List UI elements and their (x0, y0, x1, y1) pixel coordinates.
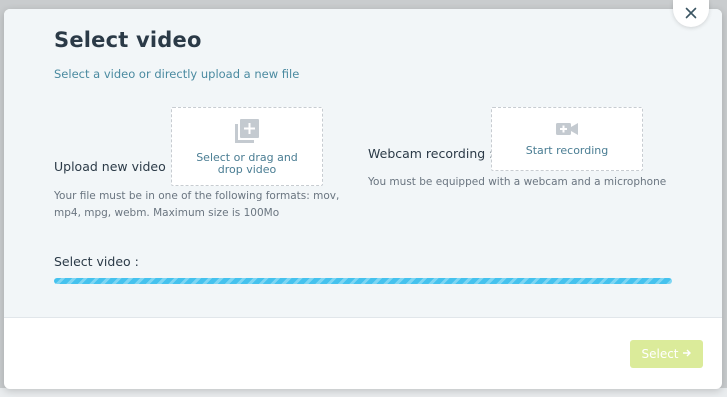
video-camera-icon (555, 121, 579, 141)
select-video-modal: Select video Select a video or directly … (4, 9, 722, 389)
add-to-library-icon (234, 118, 260, 148)
upload-help-text: Your file must be in one of the followin… (54, 190, 340, 219)
upload-label: Upload new video : (54, 159, 174, 174)
start-recording-button[interactable]: Start recording (491, 107, 643, 171)
webcam-help-text: You must be equipped with a webcam and a… (368, 176, 667, 188)
arrow-right-icon (682, 347, 692, 361)
start-recording-text: Start recording (525, 144, 609, 157)
webcam-label: Webcam recording : (368, 146, 494, 161)
modal-subtitle: Select a video or directly upload a new … (54, 67, 300, 81)
close-icon (685, 4, 697, 23)
select-button[interactable]: Select (630, 340, 703, 368)
video-loading-bar (54, 278, 672, 284)
upload-dropzone[interactable]: Select or drag and drop video (171, 107, 323, 186)
select-video-label: Select video : (54, 254, 139, 269)
page-backdrop (0, 388, 727, 397)
upload-dropzone-text: Select or drag and drop video (196, 150, 298, 176)
modal-title: Select video (54, 28, 202, 52)
modal-body: Select video Select a video or directly … (4, 9, 722, 318)
select-button-label: Select (641, 347, 679, 361)
